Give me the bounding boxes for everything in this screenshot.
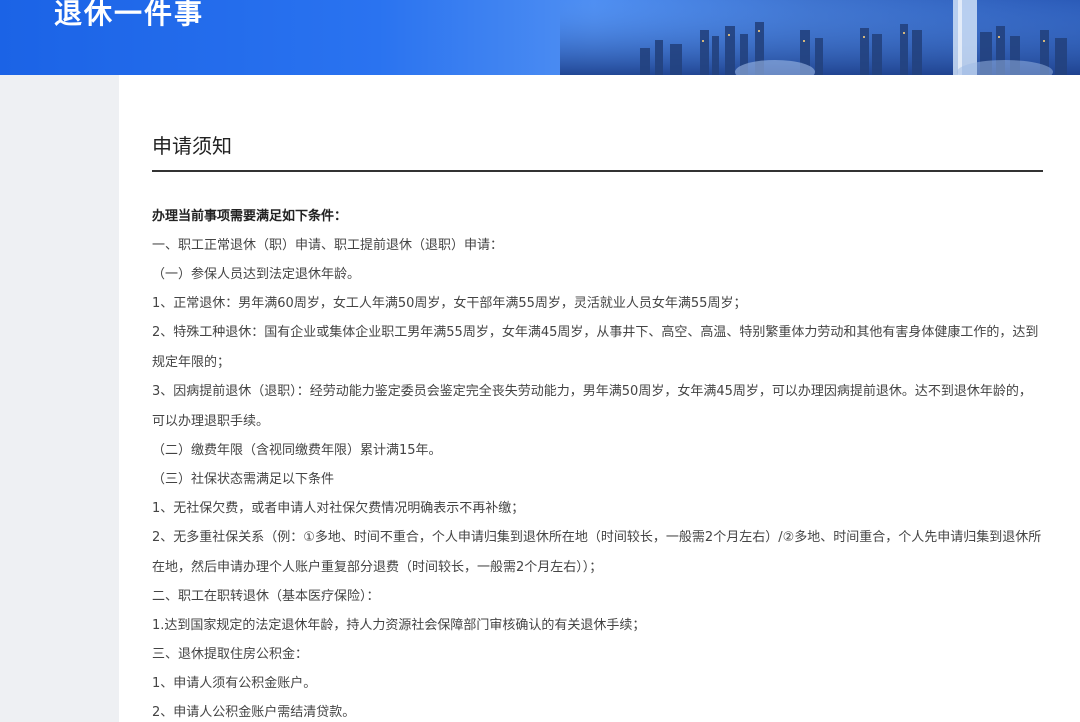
notice-line: 1、无社保欠费，或者申请人对社保欠费情况明确表示不再补缴；: [152, 501, 525, 516]
notice-line: （二）缴费年限（含视同缴费年限）累计满15年。: [152, 443, 442, 458]
title-divider: [152, 170, 1043, 172]
conditions-heading: 办理当前事项需要满足如下条件：: [152, 209, 348, 224]
notice-line: 1、申请人须有公积金账户。: [152, 676, 317, 691]
city-skyline-image: [560, 0, 1080, 75]
page-title: 申请须知: [152, 134, 232, 158]
notice-line: （三）社保状态需满足以下条件: [152, 472, 335, 487]
notice-line: 二、职工在职转退休（基本医疗保险）：: [152, 589, 380, 604]
banner-title: 退休一件事: [54, 0, 205, 30]
notice-line: 2、无多重社保关系（例：①多地、时间不重合，个人申请归集到退休所在地（时间较长，…: [152, 530, 1042, 575]
notice-content: 办理当前事项需要满足如下条件： 一、职工正常退休（职）申请、职工提前退休（退职）…: [152, 202, 1043, 722]
notice-line: 一、职工正常退休（职）申请、职工提前退休（退职）申请：: [152, 238, 504, 253]
notice-line: （一）参保人员达到法定退休年龄。: [152, 267, 361, 282]
notice-line: 2、申请人公积金账户需结清贷款。: [152, 705, 356, 720]
notice-card: 申请须知 办理当前事项需要满足如下条件： 一、职工正常退休（职）申请、职工提前退…: [119, 75, 1080, 722]
notice-line: 三、退休提取住房公积金：: [152, 647, 309, 662]
notice-line: 1.达到国家规定的法定退休年龄，持人力资源社会保障部门审核确认的有关退休手续；: [152, 618, 646, 633]
header-banner: 退休一件事: [0, 0, 1080, 75]
notice-line: 3、因病提前退休（退职）：经劳动能力鉴定委员会鉴定完全丧失劳动能力，男年满50周…: [152, 384, 1032, 429]
notice-line: 1、正常退休：男年满60周岁，女工人年满50周岁，女干部年满55周岁，灵活就业人…: [152, 296, 747, 311]
notice-line: 2、特殊工种退休：国有企业或集体企业职工男年满55周岁，女年满45周岁，从事井下…: [152, 325, 1039, 370]
